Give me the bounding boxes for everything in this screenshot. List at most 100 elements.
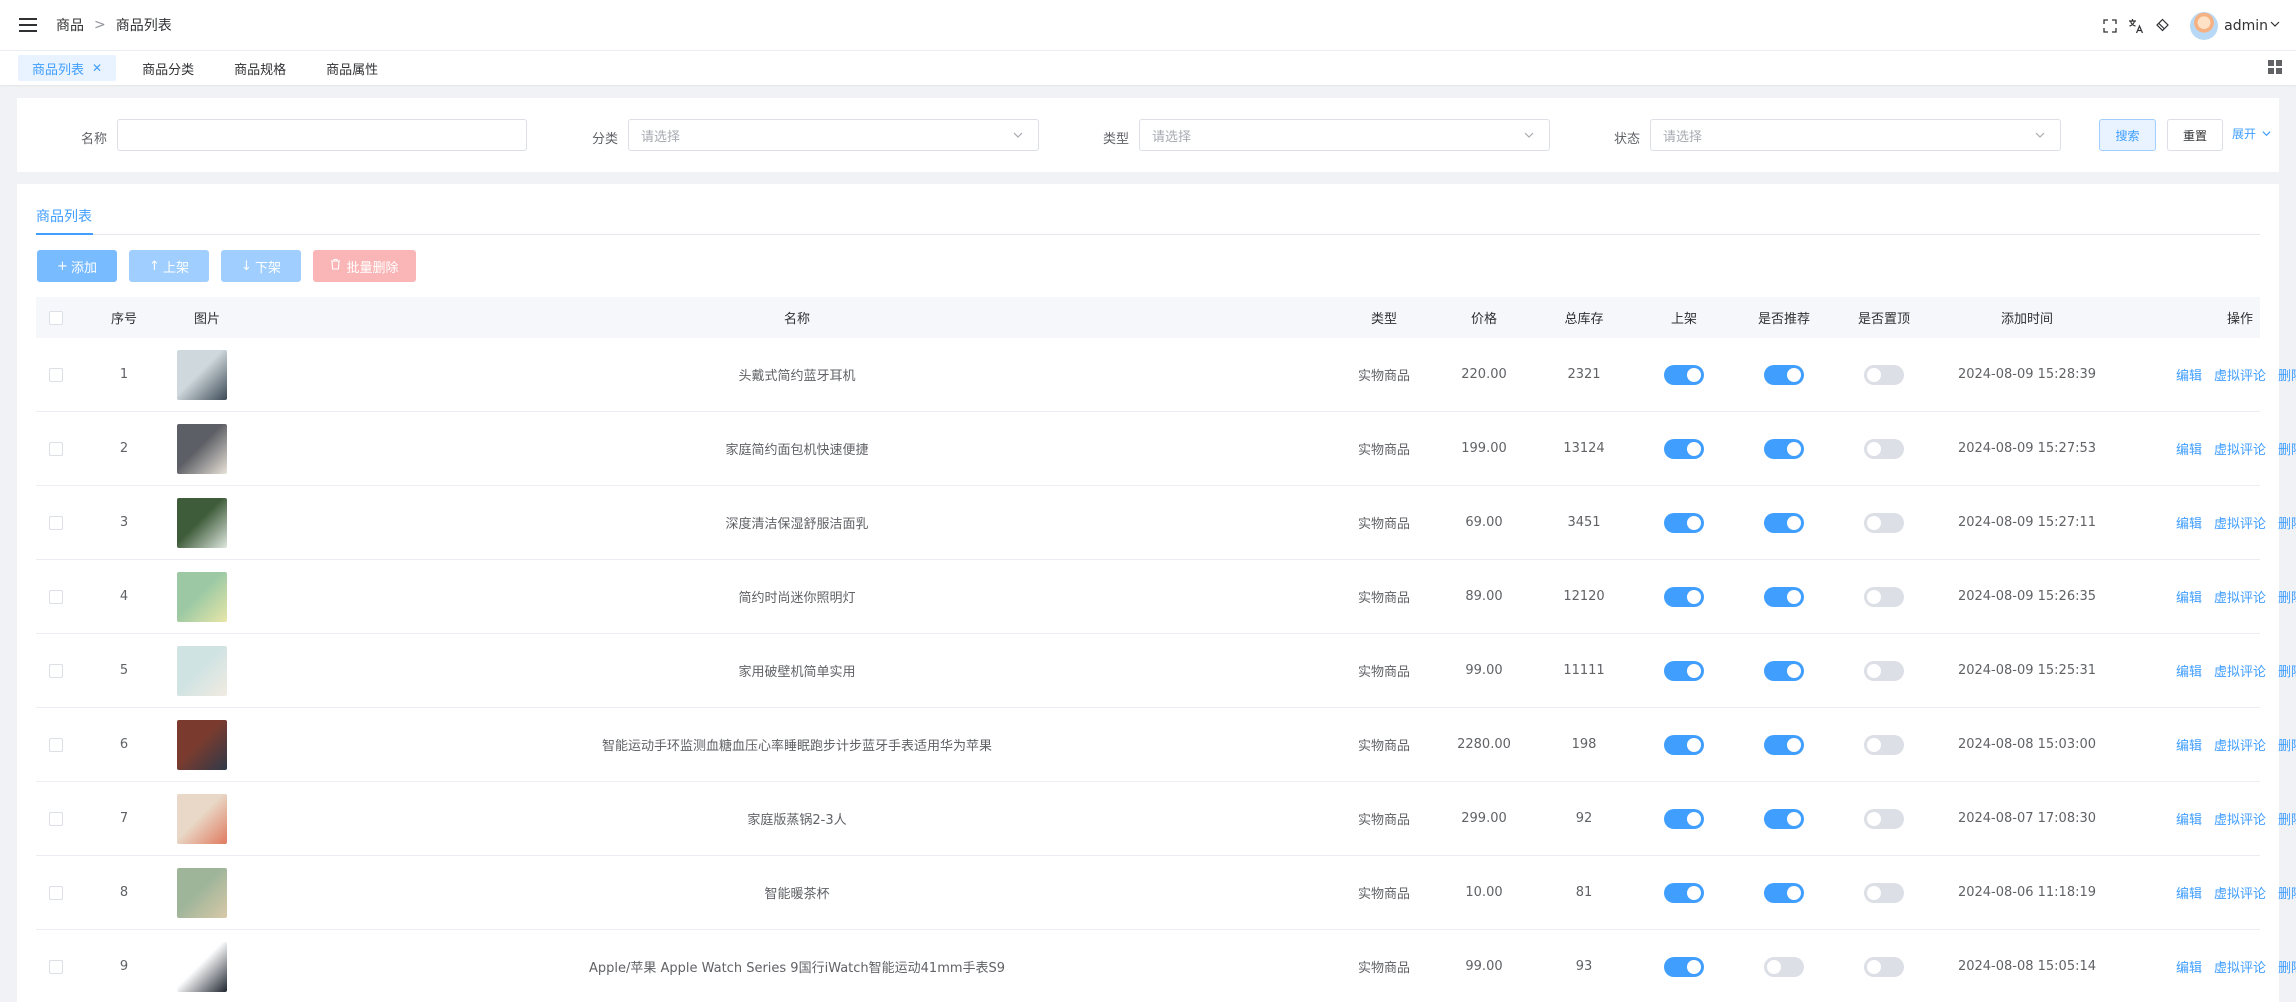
delete-link[interactable]: 删除 [2278,735,2296,754]
edit-link[interactable]: 编辑 [2176,735,2202,754]
recommended-toggle[interactable] [1764,660,1804,681]
pinned-toggle[interactable] [1864,882,1904,903]
row-checkbox[interactable] [49,885,63,900]
row-checkbox[interactable] [49,367,63,382]
delete-link[interactable]: 删除 [2278,587,2296,606]
product-thumbnail[interactable] [177,793,227,844]
edit-link[interactable]: 编辑 [2176,587,2202,606]
virtual-review-link[interactable]: 虚拟评论 [2214,735,2266,754]
add-button[interactable]: + 添加 [37,250,117,282]
tab-goods-list[interactable]: 商品列表 ✕ [18,55,117,81]
delete-link[interactable]: 删除 [2278,883,2296,902]
tab-goods-spec[interactable]: 商品规格 [220,55,300,81]
product-thumbnail[interactable] [177,497,227,548]
product-thumbnail[interactable] [177,349,227,400]
translate-icon[interactable] [2128,18,2144,34]
select-all-checkbox[interactable] [49,310,63,325]
delete-link[interactable]: 删除 [2278,513,2296,532]
on-shelf-toggle[interactable] [1664,512,1704,533]
virtual-review-link[interactable]: 虚拟评论 [2214,365,2266,384]
product-thumbnail[interactable] [177,941,227,992]
grid-menu-icon[interactable] [2268,60,2282,74]
edit-link[interactable]: 编辑 [2176,957,2202,976]
recommended-toggle[interactable] [1764,956,1804,977]
edit-link[interactable]: 编辑 [2176,439,2202,458]
status-select[interactable]: 请选择 [1650,119,2061,151]
pinned-toggle[interactable] [1864,512,1904,533]
delete-link[interactable]: 删除 [2278,365,2296,384]
row-actions: 编辑虚拟评论删除 [2120,338,2296,411]
user-name[interactable]: admin [2224,18,2268,34]
product-thumbnail[interactable] [177,867,227,918]
virtual-review-link[interactable]: 虚拟评论 [2214,809,2266,828]
recommended-toggle[interactable] [1764,438,1804,459]
delete-link[interactable]: 删除 [2278,661,2296,680]
category-select[interactable]: 请选择 [628,119,1039,151]
avatar[interactable] [2190,11,2219,40]
edit-link[interactable]: 编辑 [2176,883,2202,902]
pinned-toggle[interactable] [1864,364,1904,385]
virtual-review-link[interactable]: 虚拟评论 [2214,883,2266,902]
virtual-review-link[interactable]: 虚拟评论 [2214,439,2266,458]
row-checkbox[interactable] [49,737,63,752]
pinned-toggle[interactable] [1864,660,1904,681]
recommended-toggle[interactable] [1764,512,1804,533]
reset-button[interactable]: 重置 [2167,119,2223,151]
pinned-toggle[interactable] [1864,956,1904,977]
on-shelf-toggle[interactable] [1664,660,1704,681]
row-checkbox[interactable] [49,589,63,604]
expand-link[interactable]: 展开 [2232,125,2271,142]
recommended-toggle[interactable] [1764,808,1804,829]
on-shelf-toggle[interactable] [1664,364,1704,385]
virtual-review-link[interactable]: 虚拟评论 [2214,661,2266,680]
batch-delete-button[interactable]: 批量删除 [313,250,416,282]
row-checkbox[interactable] [49,959,63,974]
virtual-review-link[interactable]: 虚拟评论 [2214,513,2266,532]
chevron-down-icon[interactable] [2270,18,2280,33]
breadcrumb-item-goods[interactable]: 商品 [56,15,84,35]
tab-goods-list-panel[interactable]: 商品列表 [36,206,92,226]
delete-link[interactable]: 删除 [2278,957,2296,976]
recommended-toggle[interactable] [1764,364,1804,385]
tab-goods-category[interactable]: 商品分类 [128,55,208,81]
on-shelf-button[interactable]: ↑ 上架 [129,250,209,282]
on-shelf-toggle[interactable] [1664,956,1704,977]
edit-link[interactable]: 编辑 [2176,661,2202,680]
pinned-toggle[interactable] [1864,586,1904,607]
product-thumbnail[interactable] [177,719,227,770]
product-thumbnail[interactable] [177,423,227,474]
edit-link[interactable]: 编辑 [2176,513,2202,532]
close-icon[interactable]: ✕ [92,61,102,75]
on-shelf-toggle[interactable] [1664,438,1704,459]
delete-link[interactable]: 删除 [2278,809,2296,828]
pinned-toggle[interactable] [1864,438,1904,459]
tab-goods-attribute[interactable]: 商品属性 [312,55,392,81]
name-input[interactable] [117,119,527,151]
virtual-review-link[interactable]: 虚拟评论 [2214,587,2266,606]
search-button[interactable]: 搜索 [2099,119,2156,151]
recommended-toggle[interactable] [1764,586,1804,607]
on-shelf-toggle[interactable] [1664,586,1704,607]
type-select[interactable]: 请选择 [1139,119,1550,151]
virtual-review-link[interactable]: 虚拟评论 [2214,957,2266,976]
product-thumbnail[interactable] [177,645,227,696]
edit-link[interactable]: 编辑 [2176,809,2202,828]
delete-link[interactable]: 删除 [2278,439,2296,458]
row-checkbox[interactable] [49,811,63,826]
product-thumbnail[interactable] [177,571,227,622]
row-checkbox[interactable] [49,441,63,456]
pinned-toggle[interactable] [1864,808,1904,829]
recommended-toggle[interactable] [1764,882,1804,903]
row-checkbox[interactable] [49,515,63,530]
hamburger-menu-icon[interactable] [19,18,37,32]
pinned-toggle[interactable] [1864,734,1904,755]
on-shelf-toggle[interactable] [1664,882,1704,903]
on-shelf-toggle[interactable] [1664,734,1704,755]
recommended-toggle[interactable] [1764,734,1804,755]
row-checkbox[interactable] [49,663,63,678]
theme-icon[interactable] [2154,18,2170,34]
edit-link[interactable]: 编辑 [2176,365,2202,384]
fullscreen-icon[interactable] [2102,18,2118,34]
off-shelf-button[interactable]: ↓ 下架 [221,250,301,282]
on-shelf-toggle[interactable] [1664,808,1704,829]
